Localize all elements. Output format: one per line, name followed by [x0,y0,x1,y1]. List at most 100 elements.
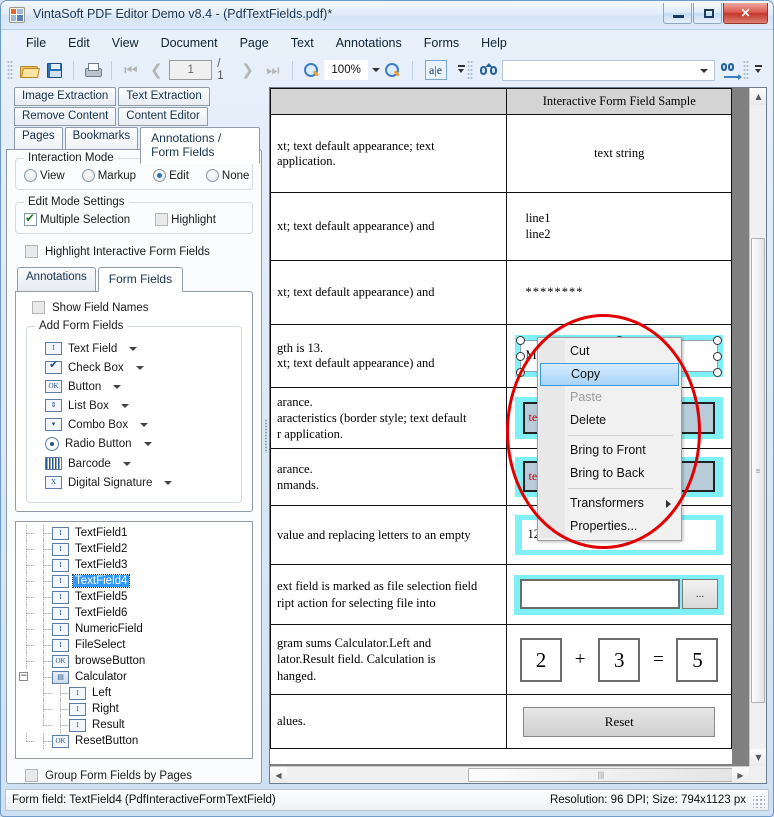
radio-none[interactable] [205,169,219,182]
zoom-level-input[interactable]: 100% [324,60,369,80]
tree-expander-collapse[interactable]: − [18,669,35,685]
menu-help[interactable]: Help [470,33,518,53]
menu-file[interactable]: File [15,33,57,53]
tree-item-textfield4[interactable]: I TextField4 [18,573,250,589]
tree-item-textfield2[interactable]: I TextField2 [18,541,250,557]
tree-item-textfield1[interactable]: I TextField1 [18,525,250,541]
menu-page[interactable]: Page [229,33,280,53]
add-text-field-button[interactable]: I Text Field [35,339,233,358]
row-value[interactable]: line1 line2 [506,192,732,261]
menu-edit[interactable]: Edit [57,33,101,53]
context-menu-item-transformers[interactable]: Transformers [538,492,681,515]
find-next-button[interactable] [718,58,743,82]
context-menu-item-delete[interactable]: Delete [538,409,681,432]
file-select-input[interactable] [520,578,680,609]
checkbox-group-form-fields-by-pages[interactable] [25,769,38,782]
maximize-button[interactable] [693,3,722,24]
menu-annotations[interactable]: Annotations [325,33,413,53]
chevron-down-icon[interactable] [113,384,122,389]
context-menu-item-bring-to-front[interactable]: Bring to Front [538,439,681,462]
resize-grip[interactable] [753,796,765,808]
add-check-box-button[interactable]: Check Box [35,358,233,377]
toolbar-overflow-button-2[interactable] [752,59,765,81]
scroll-up-button[interactable]: ▲ [750,88,766,105]
tree-item-textfield6[interactable]: I TextField6 [18,605,250,621]
tree-item-browsebutton[interactable]: OK browseButton [18,653,250,669]
vertical-scrollbar[interactable]: ▲ ≡ ▼ [749,88,766,766]
resize-handle-tr[interactable] [713,336,722,345]
print-button[interactable] [80,58,105,82]
tree-item-numericfield[interactable]: I NumericField [18,621,250,637]
toolbar-grip[interactable] [7,60,13,80]
minimize-button[interactable] [663,3,692,24]
tree-item-resetbutton[interactable]: OK ResetButton [18,733,250,749]
toolbar-overflow-button[interactable] [455,59,468,81]
prev-page-button[interactable]: ❮ [144,58,169,82]
chevron-down-icon[interactable] [140,422,149,427]
row-value-fileselect[interactable]: ... [506,564,732,625]
add-radio-button-button[interactable]: Radio Button [35,434,233,454]
horizontal-scroll-thumb[interactable]: ||| [468,768,734,782]
checkbox-show-field-names[interactable] [32,301,45,314]
calculator-result-field[interactable]: 5 [676,637,719,682]
scroll-left-button[interactable]: ◀ [270,767,287,783]
toolbar-grip[interactable] [743,60,750,80]
add-list-box-button[interactable]: ⇕ List Box [35,396,233,415]
first-page-button[interactable]: ⏮ [118,58,143,82]
document-viewer[interactable]: Interactive Form Field Sample xt; text d… [269,87,767,784]
context-menu-item-properties[interactable]: Properties... [538,515,681,538]
page-number-input[interactable]: 1 [169,60,213,80]
chevron-down-icon[interactable] [129,346,138,351]
save-button[interactable] [41,58,66,82]
horizontal-scrollbar[interactable]: ◀ ||| ▶ [270,766,749,783]
tree-item-left[interactable]: I Left [18,685,250,701]
context-menu-item-cut[interactable]: Cut [538,340,681,363]
calculator-left-field[interactable]: 2 [519,637,562,682]
add-combo-box-button[interactable]: ▾ Combo Box [35,415,233,434]
tab-annotations-form-fields[interactable]: Annotations / Form Fields [140,127,260,164]
find-button[interactable] [476,58,501,82]
subtab-annotations[interactable]: Annotations [17,267,96,292]
tree-item-textfield3[interactable]: I TextField3 [18,557,250,573]
zoom-in-button[interactable] [380,58,405,82]
menu-view[interactable]: View [101,33,150,53]
chevron-down-icon[interactable] [122,461,131,466]
tab-remove-content[interactable]: Remove Content [14,107,117,126]
checkbox-multiple-selection[interactable] [24,211,37,226]
chevron-down-icon[interactable] [143,442,152,446]
add-button-button[interactable]: OK Button [35,377,233,396]
radio-markup[interactable] [81,169,95,182]
tree-item-calculator[interactable]: − ▤ Calculator [18,669,250,685]
chevron-down-icon[interactable] [700,68,709,73]
checkbox-highlight-interactive-form-fields[interactable] [25,245,38,258]
tree-item-right[interactable]: I Right [18,701,250,717]
menu-document[interactable]: Document [150,33,229,53]
radio-view[interactable] [24,169,37,182]
add-barcode-button[interactable]: Barcode [35,454,233,473]
resize-handle-mr[interactable] [713,352,722,361]
tree-item-result[interactable]: I Result [18,717,250,733]
toolbar-grip[interactable] [467,60,474,80]
form-fields-tree[interactable]: I TextField1 I TextField2 I TextField3 I… [15,521,253,759]
tab-content-editor[interactable]: Content Editor [118,107,208,126]
context-menu-item-bring-to-back[interactable]: Bring to Back [538,462,681,485]
row-value[interactable]: text string [506,114,732,193]
browse-button[interactable]: ... [682,578,718,609]
chevron-down-icon[interactable] [164,480,173,485]
zoom-out-button[interactable] [299,58,324,82]
next-page-button[interactable]: ❯ [235,58,260,82]
scroll-right-button[interactable]: ▶ [732,767,749,783]
menu-forms[interactable]: Forms [413,33,470,53]
open-button[interactable] [16,58,41,82]
text-tool-button[interactable]: a|e [424,60,447,80]
tree-item-fileselect[interactable]: I FileSelect [18,637,250,653]
resize-handle-br[interactable] [713,368,722,377]
menu-text[interactable]: Text [280,33,325,53]
reset-button[interactable]: Reset [523,706,715,737]
tab-text-extraction[interactable]: Text Extraction [118,87,210,106]
last-page-button[interactable]: ⏭ [260,58,285,82]
chevron-down-icon[interactable] [120,403,129,408]
close-button[interactable]: ✕ [723,3,768,24]
scroll-down-button[interactable]: ▼ [750,749,766,766]
tree-item-textfield5[interactable]: I TextField5 [18,589,250,605]
